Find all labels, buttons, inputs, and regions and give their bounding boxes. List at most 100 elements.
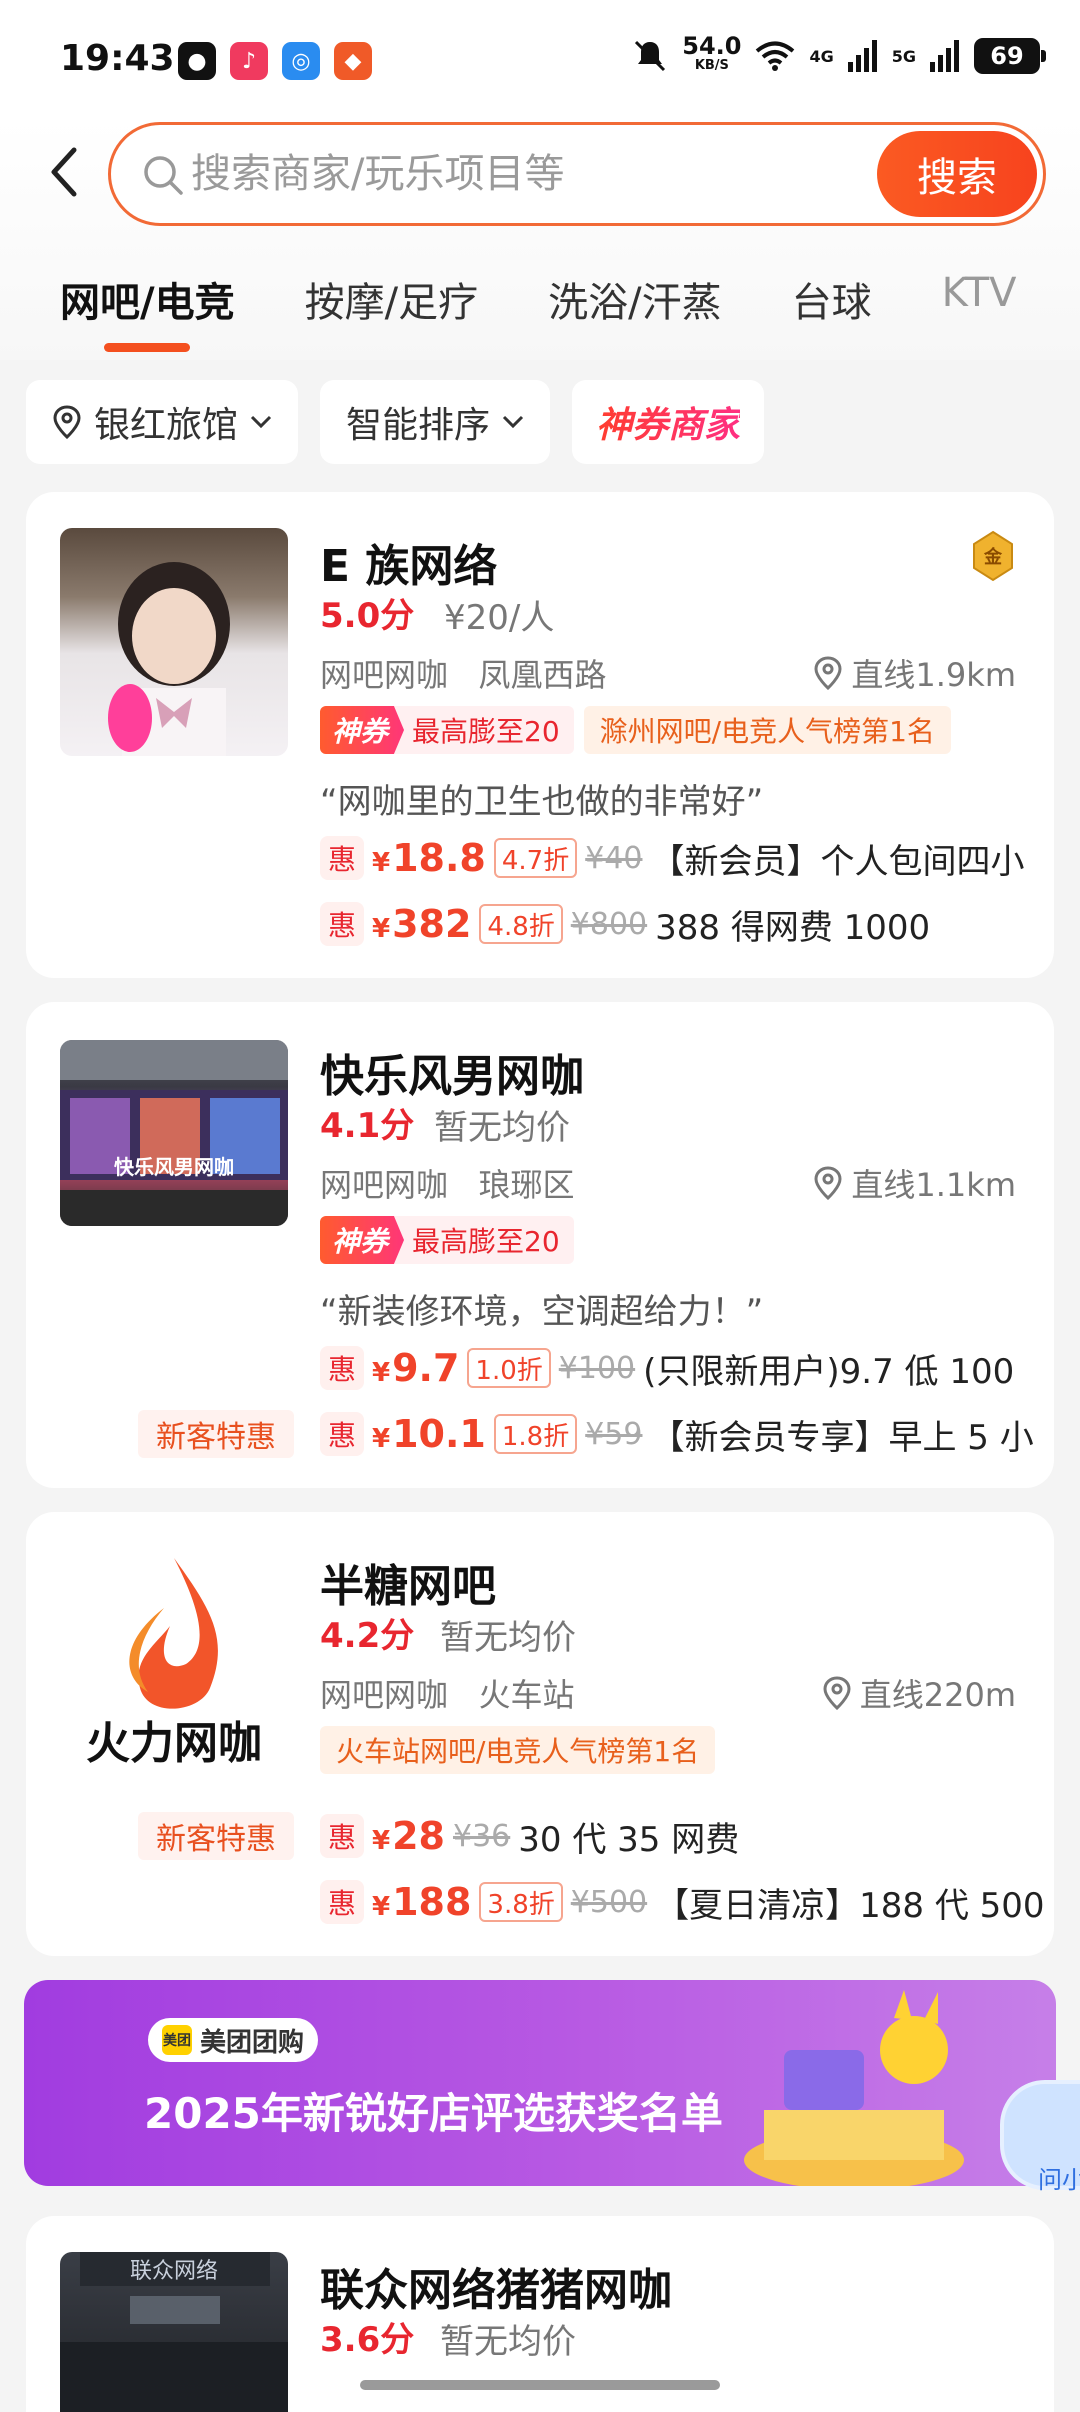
tag-row: 火车站网吧/电竞人气榜第1名 bbox=[320, 1726, 716, 1774]
shop-score: 3.6分 bbox=[320, 2320, 415, 2360]
app-icon: ◆ bbox=[334, 42, 372, 80]
deal-price: ¥28 bbox=[372, 1814, 445, 1858]
tab-netbar[interactable]: 网吧/电竞 bbox=[60, 270, 235, 328]
discount-badge: 4.7折 bbox=[493, 838, 578, 878]
shop-score: 5.0分 bbox=[320, 596, 415, 636]
shop-avg-price: 暂无均价 bbox=[434, 1108, 570, 1148]
category-tabs: 网吧/电竞 按摩/足疗 洗浴/汗蒸 台球 KTV bbox=[60, 270, 1017, 328]
deal-description: 30 代 35 网费 bbox=[518, 1819, 740, 1860]
tab-billiards[interactable]: 台球 bbox=[792, 270, 872, 328]
filter-bar: 银红旅馆 智能排序 神券商家 bbox=[26, 380, 765, 464]
deal-description: 388 得网费 1000 bbox=[655, 907, 931, 948]
deal-description: 【新会员专享】早上 5 小 bbox=[650, 1417, 1034, 1458]
meituan-brand: 美团 美团团购 bbox=[148, 2018, 319, 2062]
shop-thumbnail[interactable] bbox=[60, 528, 288, 756]
original-price: ¥500 bbox=[570, 1884, 648, 1920]
deal-row[interactable]: 惠 ¥382 4.8折 ¥800 388 得网费 1000 bbox=[320, 900, 930, 948]
shenquan-tag: 神券 最高膨至20 bbox=[320, 1216, 574, 1264]
trophy-illustration bbox=[744, 1990, 964, 2186]
shop-distance: 直线1.1km bbox=[813, 1160, 1016, 1206]
shop-category: 网吧网咖 琅琊区 bbox=[320, 1160, 575, 1206]
back-button[interactable] bbox=[44, 142, 84, 202]
sort-filter[interactable]: 智能排序 bbox=[320, 380, 551, 464]
shop-distance: 直线220m bbox=[822, 1670, 1016, 1716]
original-price: ¥36 bbox=[452, 1818, 511, 1854]
category-label: 网吧网咖 bbox=[320, 1676, 449, 1714]
tab-massage[interactable]: 按摩/足疗 bbox=[305, 270, 478, 328]
notification-icons: ● ♪ ◎ ◆ bbox=[178, 42, 372, 80]
svg-text:联众网络: 联众网络 bbox=[130, 2259, 218, 2284]
svg-text:火力网咖: 火力网咖 bbox=[86, 1718, 262, 1769]
shop-thumbnail[interactable]: 火力网咖 bbox=[60, 1548, 288, 1776]
deal-price: ¥188 bbox=[372, 1880, 472, 1924]
shop-avg-price: 暂无均价 bbox=[440, 1618, 576, 1658]
tab-bath[interactable]: 洗浴/汗蒸 bbox=[548, 270, 721, 328]
status-indicators: 54.0 KB/S 4G 5G 69 bbox=[632, 32, 1046, 76]
shop-photo: 快乐风男网咖 bbox=[60, 1040, 288, 1226]
search-button[interactable]: 搜索 bbox=[877, 131, 1037, 217]
location-pin-icon bbox=[814, 656, 842, 690]
deal-price: ¥382 bbox=[372, 902, 472, 946]
mute-icon bbox=[635, 40, 666, 72]
shop-card[interactable]: 快乐风男网咖 快乐风男网咖 4.1分 暂无均价 网吧网咖 琅琊区 直线1.1km… bbox=[26, 1002, 1054, 1488]
discount-badge: 1.8折 bbox=[493, 1414, 578, 1454]
deal-tag: 惠 bbox=[320, 1346, 364, 1390]
shop-avg-price: 暂无均价 bbox=[440, 2322, 576, 2362]
deal-price: ¥10.1 bbox=[372, 1412, 486, 1456]
review-quote: “网咖里的卫生也做的非常好” bbox=[320, 782, 764, 822]
discount-badge: 4.8折 bbox=[479, 904, 563, 944]
gold-medal-icon: 金 bbox=[973, 530, 1013, 582]
shop-name[interactable]: 快乐风男网咖 bbox=[320, 1040, 584, 1104]
promo-banner[interactable]: 美团 美团团购 2025年新锐好店评选获奖名单 bbox=[24, 1980, 1056, 2186]
signal-label: 4G bbox=[809, 46, 834, 66]
shop-avg-price: ¥20/人 bbox=[444, 598, 555, 638]
location-filter[interactable]: 银红旅馆 bbox=[26, 380, 299, 464]
deal-tag: 惠 bbox=[320, 1412, 364, 1456]
wifi-icon bbox=[756, 41, 795, 71]
back-arrow-icon bbox=[51, 147, 77, 197]
shop-name[interactable]: 联众网络猪猪网咖 bbox=[320, 2254, 672, 2318]
shop-name[interactable]: 半糖网吧 bbox=[320, 1550, 496, 1614]
tab-ktv[interactable]: KTV bbox=[942, 270, 1017, 328]
signal-icon bbox=[930, 40, 959, 72]
flame-logo: 火力网咖 bbox=[86, 1558, 262, 1769]
home-indicator[interactable] bbox=[360, 2380, 720, 2390]
chevron-down-icon bbox=[502, 415, 524, 429]
deal-row[interactable]: 惠 ¥188 3.8折 ¥500 【夏日清凉】188 代 500 bbox=[320, 1878, 1045, 1926]
original-price: ¥40 bbox=[585, 840, 643, 876]
rank-tag[interactable]: 滁州网吧/电竞人气榜第1名 bbox=[583, 706, 951, 754]
search-icon bbox=[144, 156, 183, 195]
shenquan-filter-label: 神券商家 bbox=[596, 396, 740, 448]
deal-row[interactable]: 惠 ¥10.1 1.8折 ¥59 【新会员专享】早上 5 小 bbox=[320, 1410, 1034, 1458]
chevron-down-icon bbox=[250, 415, 272, 429]
category-label: 网吧网咖 bbox=[320, 656, 449, 694]
area-label: 琅琊区 bbox=[478, 1166, 575, 1204]
status-bar: 19:43 ● ♪ ◎ ◆ 54.0 KB/S 4G 5G 69 bbox=[0, 0, 1080, 120]
shop-card[interactable]: E 族网络 金 5.0分 ¥20/人 网吧网咖 凤凰西路 直线1.9km 神券 … bbox=[26, 492, 1054, 978]
shop-score: 4.2分 bbox=[320, 1616, 415, 1656]
search-bar[interactable]: 搜索 bbox=[108, 122, 1046, 226]
meituan-logo-icon: 美团 bbox=[162, 2025, 192, 2055]
deal-price: ¥9.7 bbox=[372, 1346, 460, 1390]
deal-row[interactable]: 惠 ¥28 ¥36 30 代 35 网费 bbox=[320, 1812, 739, 1860]
app-icon: ◎ bbox=[282, 42, 320, 80]
tag-row: 神券 最高膨至20 bbox=[320, 1216, 574, 1264]
shenquan-filter[interactable]: 神券商家 bbox=[572, 380, 765, 464]
shop-distance: 直线1.9km bbox=[813, 650, 1016, 696]
svg-text:金: 金 bbox=[983, 546, 1003, 568]
signal-icon bbox=[847, 40, 877, 72]
shop-category: 网吧网咖 凤凰西路 bbox=[320, 650, 607, 696]
network-speed: 54.0 KB/S bbox=[682, 32, 742, 73]
shop-thumbnail[interactable]: 快乐风男网咖 bbox=[60, 1040, 288, 1226]
svg-text:快乐风男网咖: 快乐风男网咖 bbox=[114, 1155, 234, 1179]
search-input[interactable] bbox=[191, 143, 751, 205]
deal-row[interactable]: 惠 ¥18.8 4.7折 ¥40 【新会员】个人包间四小 bbox=[320, 834, 1024, 882]
assistant-float-button[interactable]: 问小 bbox=[1000, 2080, 1080, 2194]
rank-tag[interactable]: 火车站网吧/电竞人气榜第1名 bbox=[320, 1726, 716, 1774]
shop-name[interactable]: E 族网络 bbox=[320, 530, 497, 594]
sort-filter-label: 智能排序 bbox=[346, 405, 491, 446]
shop-photo bbox=[108, 562, 230, 756]
shop-card[interactable]: 火力网咖 半糖网吧 4.2分 暂无均价 网吧网咖 火车站 直线220m 火车站网… bbox=[26, 1512, 1054, 1956]
shop-thumbnail[interactable]: 联众网络 bbox=[60, 2252, 288, 2412]
deal-row[interactable]: 惠 ¥9.7 1.0折 ¥100 (只限新用户)9.7 低 100 bbox=[320, 1344, 1014, 1392]
